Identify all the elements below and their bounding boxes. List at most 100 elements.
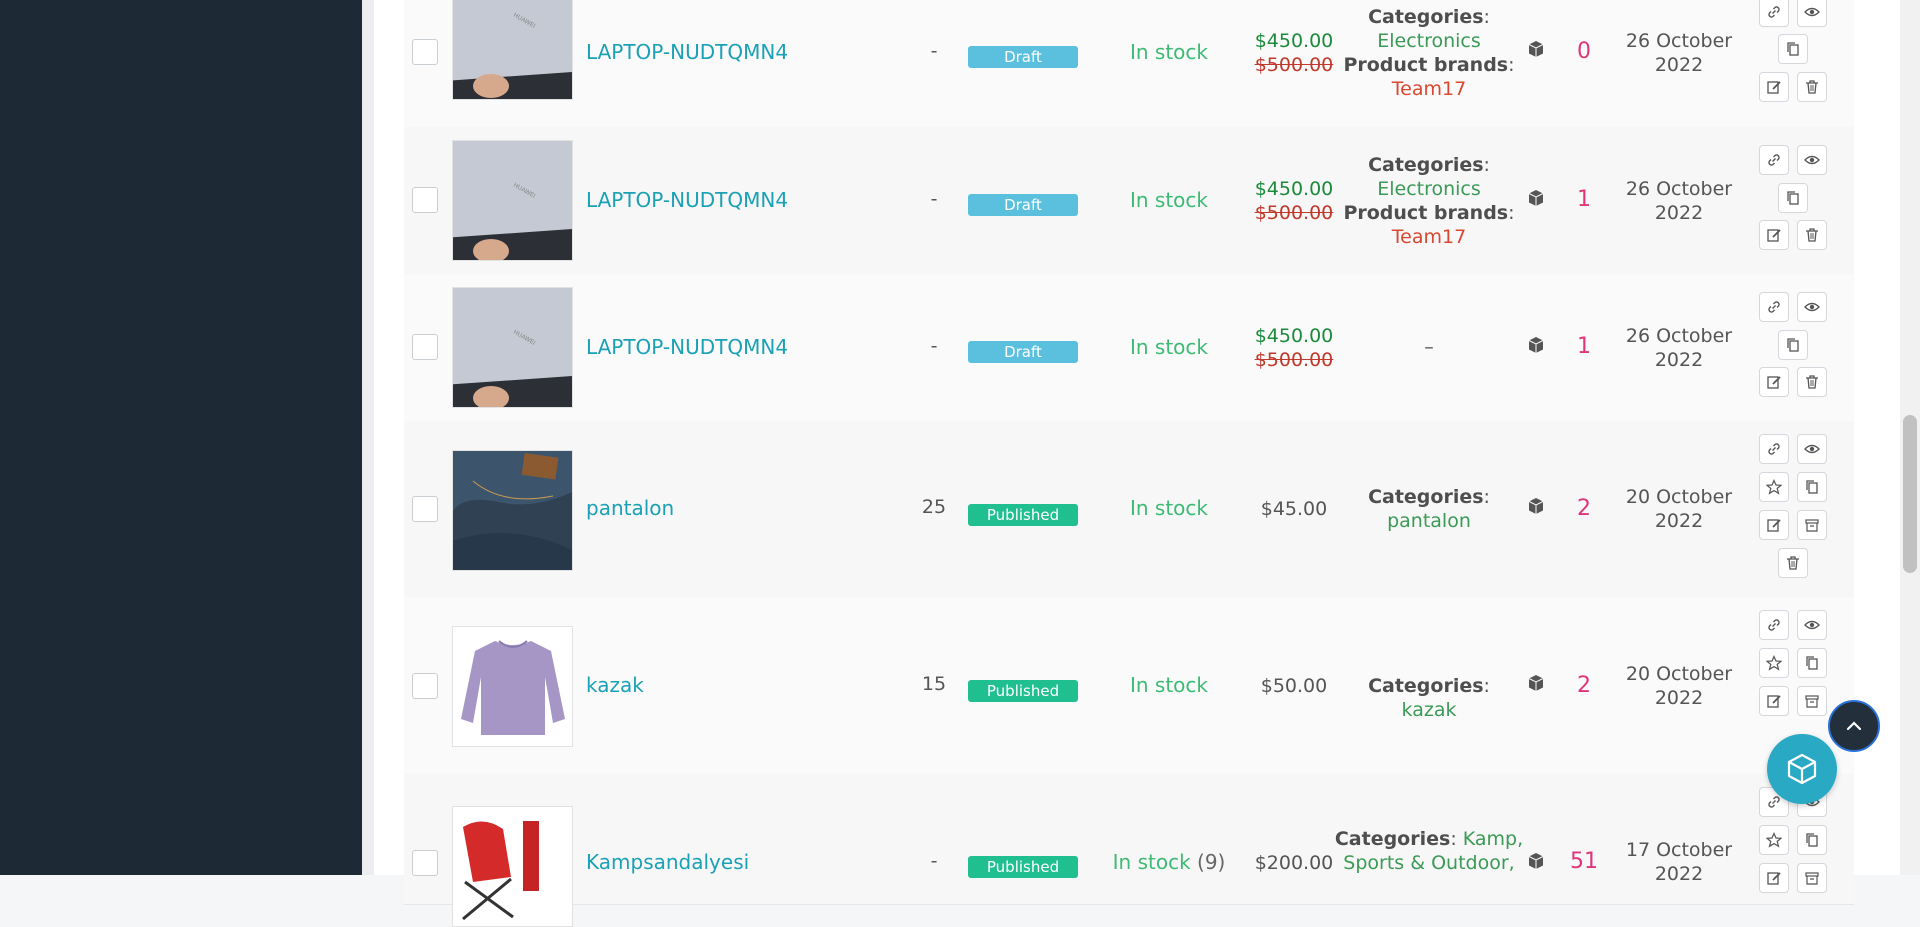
stock-status: In stock (9) bbox=[1094, 850, 1244, 874]
date-year: 2022 bbox=[1654, 863, 1704, 885]
date-year: 2022 bbox=[1654, 687, 1704, 709]
status-badge: Published bbox=[968, 504, 1078, 526]
price-cell: $450.00 $500.00 bbox=[1244, 324, 1344, 372]
link-icon[interactable] bbox=[1759, 434, 1789, 464]
product-name-link[interactable]: LAPTOP-NUDTQMN4 bbox=[586, 40, 788, 64]
trash-icon[interactable] bbox=[1797, 72, 1827, 102]
order-count: 1 bbox=[1577, 334, 1591, 359]
copy-icon[interactable] bbox=[1797, 648, 1827, 678]
brand-link[interactable]: Team17 bbox=[1339, 225, 1519, 249]
product-name-link[interactable]: pantalon bbox=[586, 496, 674, 520]
stock-label: In stock bbox=[1112, 850, 1191, 874]
eye-icon[interactable] bbox=[1797, 434, 1827, 464]
stock-status: In stock bbox=[1094, 496, 1244, 520]
edit-icon[interactable] bbox=[1759, 367, 1789, 397]
stock-status: In stock bbox=[1094, 40, 1244, 64]
product-thumbnail[interactable]: HUAWEI bbox=[452, 287, 573, 408]
category-link[interactable]: Electronics bbox=[1339, 29, 1519, 53]
product-sku: 15 bbox=[921, 673, 947, 695]
row-checkbox[interactable] bbox=[412, 673, 438, 699]
category-link[interactable]: pantalon bbox=[1339, 509, 1519, 533]
star-icon[interactable] bbox=[1759, 648, 1789, 678]
cube-icon bbox=[1787, 753, 1817, 785]
product-date: 26 October 2022 bbox=[1614, 177, 1744, 225]
copy-icon[interactable] bbox=[1778, 330, 1808, 360]
price: $45.00 bbox=[1260, 498, 1328, 520]
date-line: 26 October bbox=[1625, 30, 1733, 52]
brand-link[interactable]: Team17 bbox=[1339, 77, 1519, 101]
link-icon[interactable] bbox=[1759, 292, 1789, 322]
row-checkbox[interactable] bbox=[412, 850, 438, 876]
stock-label: In stock bbox=[1129, 40, 1208, 64]
copy-icon[interactable] bbox=[1778, 183, 1808, 213]
scroll-to-top-button[interactable] bbox=[1828, 700, 1880, 752]
product-date: 26 October 2022 bbox=[1614, 29, 1744, 77]
box-icon bbox=[1528, 675, 1544, 691]
edit-icon[interactable] bbox=[1759, 220, 1789, 250]
order-count: 1 bbox=[1577, 187, 1591, 212]
archive-icon[interactable] bbox=[1797, 510, 1827, 540]
archive-icon[interactable] bbox=[1797, 863, 1827, 893]
copy-icon[interactable] bbox=[1797, 825, 1827, 855]
page-scrollbar-thumb[interactable] bbox=[1903, 415, 1917, 573]
eye-icon[interactable] bbox=[1797, 0, 1827, 27]
product-thumbnail[interactable]: HUAWEI bbox=[452, 0, 573, 100]
eye-icon[interactable] bbox=[1797, 292, 1827, 322]
row-checkbox[interactable] bbox=[412, 187, 438, 213]
copy-icon[interactable] bbox=[1778, 34, 1808, 64]
stock-count: (9) bbox=[1197, 850, 1226, 874]
status-badge: Published bbox=[968, 680, 1078, 702]
edit-icon[interactable] bbox=[1759, 510, 1789, 540]
date-year: 2022 bbox=[1654, 54, 1704, 76]
edit-icon[interactable] bbox=[1759, 686, 1789, 716]
product-thumbnail[interactable] bbox=[452, 626, 573, 747]
box-icon bbox=[1528, 337, 1544, 353]
product-name-link[interactable]: kazak bbox=[586, 673, 644, 697]
eye-icon[interactable] bbox=[1797, 145, 1827, 175]
category-link[interactable]: Electronics bbox=[1339, 177, 1519, 201]
regular-price: $500.00 bbox=[1254, 349, 1334, 371]
link-icon[interactable] bbox=[1759, 610, 1789, 640]
star-icon[interactable] bbox=[1759, 825, 1789, 855]
product-name-link[interactable]: Kampsandalyesi bbox=[586, 850, 749, 874]
product-sku: - bbox=[930, 335, 938, 357]
status-badge: Draft bbox=[968, 46, 1078, 68]
link-icon[interactable] bbox=[1759, 145, 1789, 175]
row-checkbox[interactable] bbox=[412, 496, 438, 522]
product-sku: - bbox=[930, 850, 938, 872]
eye-icon[interactable] bbox=[1797, 610, 1827, 640]
order-count: 2 bbox=[1577, 673, 1591, 698]
trash-icon[interactable] bbox=[1797, 220, 1827, 250]
stock-status: In stock bbox=[1094, 188, 1244, 212]
categories-label: Categories bbox=[1368, 154, 1484, 176]
table-row: kazak 15 Published In stock $50.00 Categ… bbox=[404, 597, 1854, 775]
sale-price: $450.00 bbox=[1254, 325, 1334, 347]
product-name-link[interactable]: LAPTOP-NUDTQMN4 bbox=[586, 188, 788, 212]
order-count: 0 bbox=[1577, 39, 1591, 64]
archive-icon[interactable] bbox=[1797, 686, 1827, 716]
product-date: 20 October 2022 bbox=[1614, 662, 1744, 710]
taxonomy-cell: Categories: Electronics Product brands: … bbox=[1339, 153, 1519, 249]
link-icon[interactable] bbox=[1759, 0, 1789, 27]
product-thumbnail[interactable] bbox=[452, 450, 573, 571]
edit-icon[interactable] bbox=[1759, 863, 1789, 893]
edit-icon[interactable] bbox=[1759, 72, 1789, 102]
row-checkbox[interactable] bbox=[412, 334, 438, 360]
star-icon[interactable] bbox=[1759, 472, 1789, 502]
row-checkbox[interactable] bbox=[412, 39, 438, 65]
trash-icon[interactable] bbox=[1797, 367, 1827, 397]
brands-label: Product brands bbox=[1343, 54, 1509, 76]
trash-icon[interactable] bbox=[1778, 548, 1808, 578]
product-thumbnail[interactable]: HUAWEI bbox=[452, 140, 573, 261]
category-link[interactable]: kazak bbox=[1402, 699, 1457, 721]
product-name-link[interactable]: LAPTOP-NUDTQMN4 bbox=[586, 335, 788, 359]
product-thumbnail[interactable] bbox=[452, 806, 573, 927]
regular-price: $500.00 bbox=[1254, 202, 1334, 224]
price-cell: $450.00 $500.00 bbox=[1244, 29, 1344, 77]
box-icon bbox=[1528, 498, 1544, 514]
date-year: 2022 bbox=[1654, 510, 1704, 532]
product-launcher-button[interactable] bbox=[1767, 734, 1837, 804]
copy-icon[interactable] bbox=[1797, 472, 1827, 502]
stock-label: In stock bbox=[1129, 496, 1208, 520]
date-line: 26 October bbox=[1625, 325, 1733, 347]
